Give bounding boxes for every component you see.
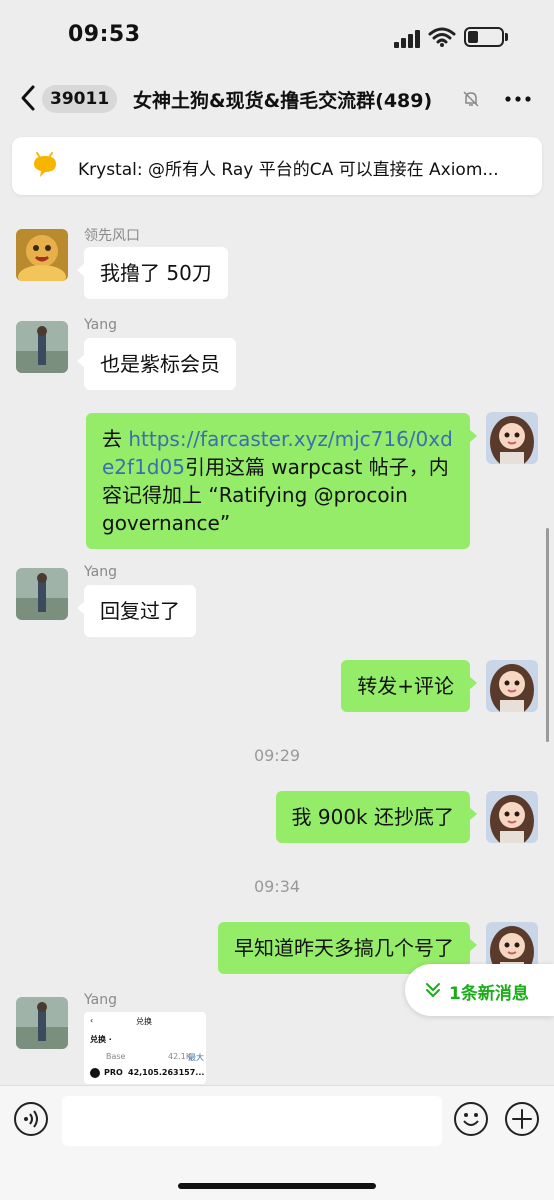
image-title: 兑换 — [136, 1017, 152, 1026]
back-icon[interactable] — [18, 84, 38, 112]
message-bubble[interactable]: 我撸了 50刀 — [77, 247, 228, 299]
image-max: 最大 — [188, 1053, 204, 1062]
chat-header: 39011 女神土狗&现货&撸毛交流群(489) — [0, 72, 554, 126]
timestamp: 09:34 — [253, 877, 301, 896]
scrollbar[interactable] — [546, 528, 549, 742]
voice-input-button[interactable] — [14, 1102, 48, 1136]
chat-title[interactable]: 女神土狗&现货&撸毛交流群(489) — [133, 86, 459, 113]
message-bubble[interactable]: 也是紫标会员 — [77, 338, 236, 390]
status-bar: 09:53 — [0, 0, 554, 72]
sender-name: Yang — [84, 317, 117, 333]
image-amount: 42,105.263157... — [128, 1068, 205, 1077]
battery-icon — [464, 27, 504, 47]
message-text: 去 — [102, 427, 129, 451]
message-bubble[interactable]: 转发+评论 — [341, 660, 477, 712]
emoji-button[interactable] — [454, 1102, 488, 1136]
image-chain: Base — [106, 1052, 126, 1061]
status-time: 09:53 — [68, 22, 141, 47]
token-icon — [90, 1068, 100, 1078]
avatar[interactable] — [16, 997, 68, 1049]
voice-icon — [24, 1110, 38, 1128]
image-subtitle: 兑换 · — [90, 1035, 112, 1044]
input-bar — [0, 1085, 554, 1200]
my-avatar[interactable] — [486, 660, 538, 712]
more-options-icon[interactable] — [505, 96, 531, 102]
home-indicator[interactable] — [178, 1183, 376, 1189]
image-message[interactable]: ‹ 兑换 兑换 · Base 42.1K 最大 PRO 42,105.26315… — [84, 1012, 206, 1084]
message-bubble[interactable]: 去 https://farcaster.xyz/mjc716/0xde2f1d0… — [86, 413, 477, 549]
battery-cap — [505, 33, 508, 41]
wifi-icon — [428, 27, 456, 47]
avatar[interactable] — [16, 321, 68, 373]
timestamp: 09:29 — [253, 746, 301, 765]
plus-button[interactable] — [505, 1102, 539, 1136]
message-input[interactable] — [62, 1096, 442, 1146]
new-messages-label: 1条新消息 — [449, 984, 529, 1004]
unread-count-badge[interactable]: 39011 — [42, 85, 118, 113]
new-messages-button[interactable]: 1条新消息 — [405, 964, 554, 1016]
signal-icon — [394, 30, 420, 48]
message-bubble[interactable]: 我 900k 还抄底了 — [275, 791, 478, 843]
my-avatar[interactable] — [486, 412, 538, 464]
image-token: PRO — [104, 1068, 123, 1077]
image-back-icon: ‹ — [90, 1016, 94, 1025]
sender-name: 领先风口 — [84, 228, 140, 244]
plus-icon — [512, 1109, 532, 1129]
double-chevron-down-icon — [426, 983, 440, 998]
pinned-text: Krystal: @所有人 Ray 平台的CA 可以直接在 Axiom... — [78, 160, 499, 180]
sender-name: Yang — [84, 564, 117, 580]
message-bubble[interactable]: 回复过了 — [77, 585, 196, 637]
my-avatar[interactable] — [486, 791, 538, 843]
avatar[interactable] — [16, 568, 68, 620]
avatar[interactable] — [16, 229, 68, 281]
pinned-announcement[interactable]: Krystal: @所有人 Ray 平台的CA 可以直接在 Axiom... — [12, 137, 542, 195]
announcement-bubble-icon — [34, 152, 56, 177]
sender-name: Yang — [84, 992, 117, 1008]
mute-bell-icon — [463, 91, 479, 107]
emoji-icon — [463, 1113, 479, 1126]
